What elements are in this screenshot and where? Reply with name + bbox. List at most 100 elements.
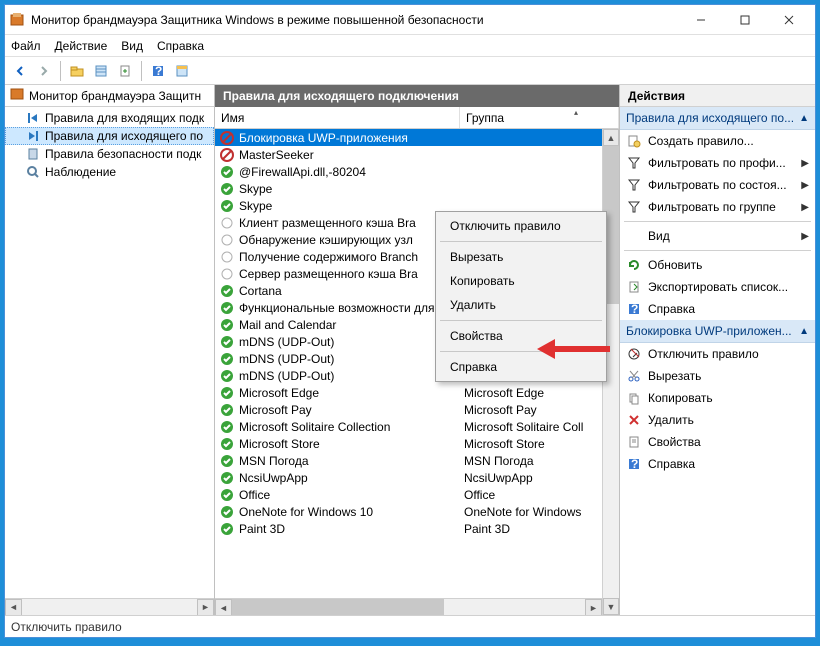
action-cut[interactable]: Вырезать [620, 365, 815, 387]
list-button[interactable] [90, 60, 112, 82]
filter-icon [626, 177, 642, 193]
action-copy[interactable]: Копировать [620, 387, 815, 409]
rule-status-icon [219, 215, 235, 231]
rule-status-icon [219, 402, 235, 418]
hscroll-thumb[interactable] [232, 599, 444, 615]
rule-row[interactable]: MSN ПогодаMSN Погода [215, 452, 602, 469]
rule-status-icon [219, 283, 235, 299]
rule-status-icon [219, 385, 235, 401]
cm-help[interactable]: Справка [438, 355, 604, 379]
action-disable-rule[interactable]: Отключить правило [620, 343, 815, 365]
cut-icon [626, 368, 642, 384]
action-properties[interactable]: Свойства [620, 431, 815, 453]
tree-inbound[interactable]: Правила для входящих подк [5, 109, 214, 127]
rule-row[interactable]: Microsoft Pay Microsoft Pay [215, 401, 602, 418]
rule-row[interactable]: Microsoft Solitaire CollectionMicrosoft … [215, 418, 602, 435]
disable-icon [626, 346, 642, 362]
action-filter-group[interactable]: Фильтровать по группе▶ [620, 196, 815, 218]
rule-row[interactable]: OfficeOffice [215, 486, 602, 503]
rule-name: mDNS (UDP-Out) [239, 335, 334, 349]
rule-group: Microsoft Store [460, 437, 602, 451]
rule-row[interactable]: Paint 3DPaint 3D [215, 520, 602, 537]
rule-group: Microsoft Pay [460, 403, 602, 417]
scroll-right-button[interactable]: ► [585, 599, 602, 615]
minimize-button[interactable] [679, 6, 723, 34]
action-new-rule[interactable]: Создать правило... [620, 130, 815, 152]
rule-row[interactable]: NcsiUwpAppNcsiUwpApp [215, 469, 602, 486]
rule-row[interactable]: Microsoft StoreMicrosoft Store [215, 435, 602, 452]
actions-section-outbound[interactable]: Правила для исходящего по...▲ [620, 107, 815, 130]
col-name[interactable]: Имя [215, 107, 460, 128]
cm-properties[interactable]: Свойства [438, 324, 604, 348]
back-button[interactable] [9, 60, 31, 82]
action-refresh[interactable]: Обновить [620, 254, 815, 276]
tree-root[interactable]: Монитор брандмауэра Защитн [5, 85, 214, 107]
scroll-down-button[interactable]: ▼ [603, 598, 619, 615]
action-delete[interactable]: Удалить [620, 409, 815, 431]
menu-file[interactable]: Файл [11, 39, 41, 53]
rule-name: Microsoft Pay [239, 403, 312, 417]
cm-copy[interactable]: Копировать [438, 269, 604, 293]
actions-section-selected[interactable]: Блокировка UWP-приложен...▲ [620, 320, 815, 343]
scroll-up-button[interactable]: ▲ [603, 129, 619, 146]
collapse-icon[interactable]: ▲ [799, 113, 809, 124]
scroll-left-button[interactable]: ◄ [215, 599, 232, 615]
rule-name: Блокировка UWP-приложения [239, 131, 408, 145]
tree-security[interactable]: Правила безопасности подк [5, 145, 214, 163]
monitoring-icon [25, 164, 41, 180]
status-bar: Отключить правило [5, 615, 815, 637]
action-view[interactable]: Вид▶ [620, 225, 815, 247]
window-title: Монитор брандмауэра Защитника Windows в … [31, 13, 679, 27]
forward-button[interactable] [33, 60, 55, 82]
rule-row[interactable]: Блокировка UWP-приложения [215, 129, 602, 146]
scroll-left-button[interactable]: ◄ [5, 599, 22, 616]
tree-hscroll[interactable]: ◄ ► [5, 598, 214, 615]
rule-name: Cortana [239, 284, 282, 298]
tree-outbound[interactable]: Правила для исходящего по [5, 127, 214, 145]
cm-delete[interactable]: Удалить [438, 293, 604, 317]
maximize-button[interactable] [723, 6, 767, 34]
refresh-icon [626, 257, 642, 273]
menu-view[interactable]: Вид [121, 39, 143, 53]
rule-name: Microsoft Edge [239, 386, 319, 400]
cm-disable[interactable]: Отключить правило [438, 214, 604, 238]
rule-name: Skype [239, 182, 272, 196]
rule-row[interactable]: Skype [215, 180, 602, 197]
rule-name: Office [239, 488, 270, 502]
scroll-right-button[interactable]: ► [197, 599, 214, 616]
col-group[interactable]: Группа▴ [460, 107, 619, 128]
close-button[interactable] [767, 6, 811, 34]
menu-action[interactable]: Действие [55, 39, 108, 53]
rule-name: Microsoft Solitaire Collection [239, 420, 390, 434]
tree-monitoring[interactable]: Наблюдение [5, 163, 214, 181]
action-export[interactable]: Экспортировать список... [620, 276, 815, 298]
action-filter-state[interactable]: Фильтровать по состоя...▶ [620, 174, 815, 196]
action-help1[interactable]: ? Справка [620, 298, 815, 320]
folder-button[interactable] [66, 60, 88, 82]
rule-row[interactable]: Microsoft EdgeMicrosoft Edge [215, 384, 602, 401]
rule-name: MasterSeeker [239, 148, 314, 162]
panel-button[interactable] [171, 60, 193, 82]
export-button[interactable] [114, 60, 136, 82]
help-button[interactable]: ? [147, 60, 169, 82]
context-menu: Отключить правило Вырезать Копировать Уд… [435, 211, 607, 382]
action-help2[interactable]: ? Справка [620, 453, 815, 475]
action-filter-profile[interactable]: Фильтровать по профи...▶ [620, 152, 815, 174]
rule-name: Mail and Calendar [239, 318, 336, 332]
rule-row[interactable]: @FirewallApi.dll,-80204 [215, 163, 602, 180]
filter-icon [626, 199, 642, 215]
svg-text:?: ? [631, 302, 638, 316]
menu-help[interactable]: Справка [157, 39, 204, 53]
cm-cut[interactable]: Вырезать [438, 245, 604, 269]
rule-row[interactable]: MasterSeeker [215, 146, 602, 163]
rule-status-icon [219, 130, 235, 146]
security-icon [25, 146, 41, 162]
rule-row[interactable]: OneNote for Windows 10OneNote for Window… [215, 503, 602, 520]
center-hscroll[interactable]: ◄ ► [215, 598, 602, 615]
collapse-icon[interactable]: ▲ [799, 326, 809, 337]
toolbar: ? [5, 57, 815, 85]
rule-status-icon [219, 436, 235, 452]
rule-name: Клиент размещенного кэша Bra [239, 216, 416, 230]
rule-status-icon [219, 521, 235, 537]
rule-name: Обнаружение кэширующих узл [239, 233, 413, 247]
